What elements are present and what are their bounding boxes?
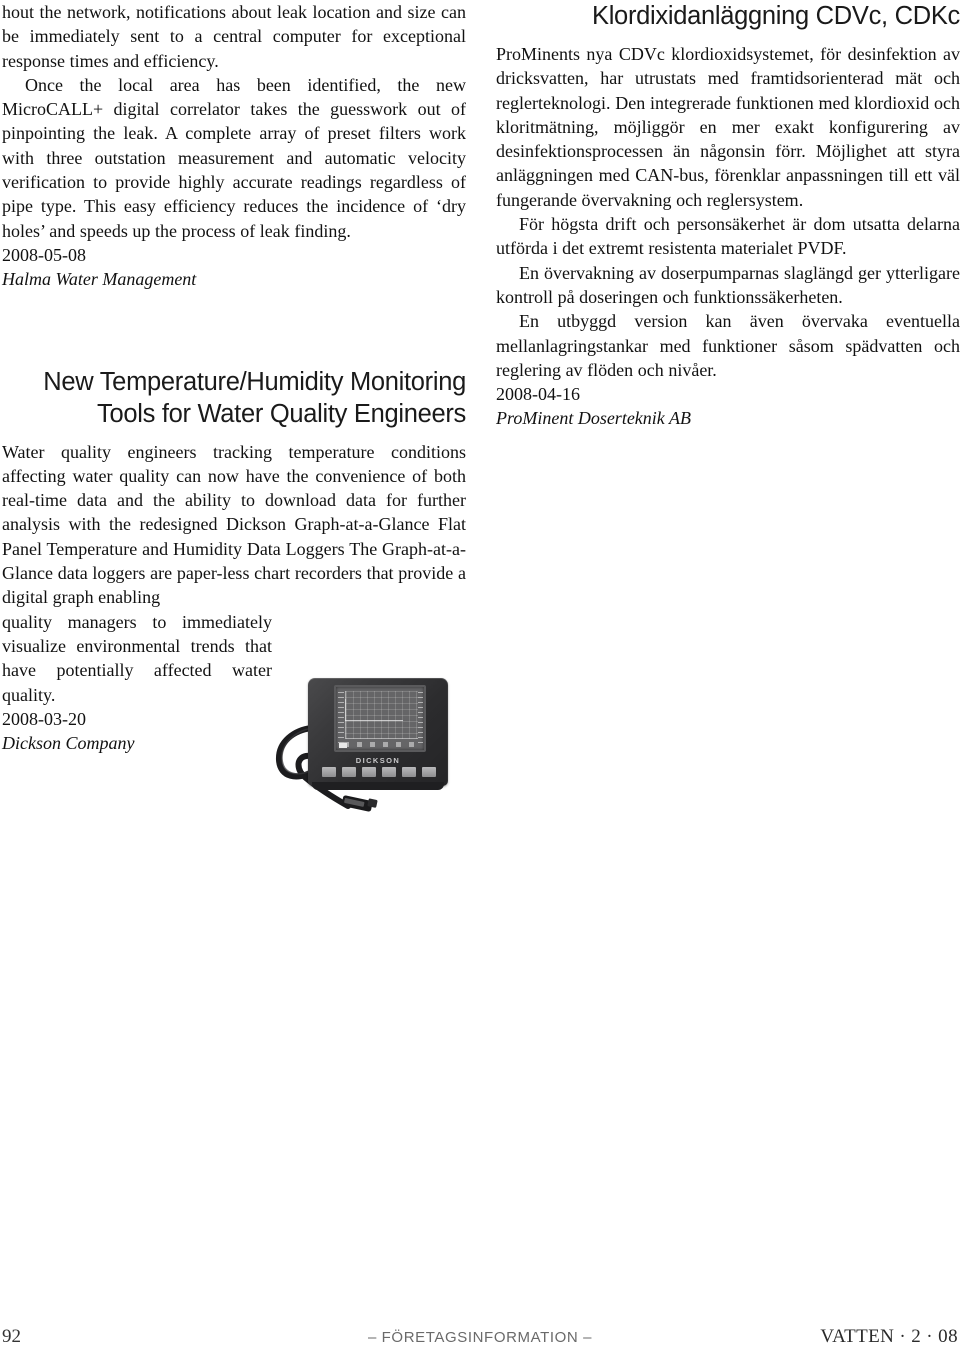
article-company-halma: Halma Water Management xyxy=(2,269,197,290)
paragraph-continued: hout the network, notifications about le… xyxy=(2,2,466,71)
lcd-axis-labels-bottom xyxy=(344,742,419,747)
device-button-row xyxy=(322,767,436,777)
article-company-prominent: ProMinent Doserteknik AB xyxy=(496,408,691,429)
paragraph-cdvc-1: ProMinents nya CDVc klordioxidsystemet, … xyxy=(496,44,960,210)
document-page: hout the network, notifications about le… xyxy=(0,0,960,1360)
paragraph-microcall: Once the local area has been identified,… xyxy=(2,74,466,241)
lcd-legend-swatch xyxy=(339,743,347,748)
device-button-1 xyxy=(322,767,336,777)
left-column: hout the network, notifications about le… xyxy=(2,0,466,755)
right-column: Klordixidanläggning CDVc, CDKc ProMinent… xyxy=(496,0,960,431)
paragraph-dickson-intro: Water quality engineers tracking tempera… xyxy=(2,441,466,608)
footer-section-label: – FÖRETAGSINFORMATION – xyxy=(367,1329,593,1346)
device-lcd-screen xyxy=(336,687,424,750)
device-button-5 xyxy=(402,767,416,777)
lcd-chart-trace xyxy=(345,720,403,721)
device-housing: DICKSON xyxy=(308,678,448,790)
device-button-3 xyxy=(362,767,376,777)
page-footer: 92 – FÖRETAGSINFORMATION – VATTEN · 2 · … xyxy=(0,1324,960,1348)
paragraph-cdvc-4: En utbyggd version kan även övervaka eve… xyxy=(496,311,960,380)
paragraph-cdvc-2: För högsta drift och personsäkerhet är d… xyxy=(496,214,960,259)
article-title-prominent: Klordixidanläggning CDVc, CDKc xyxy=(591,2,960,30)
product-photo-data-logger: DICKSON xyxy=(272,660,484,825)
lcd-axis-ticks-left xyxy=(338,692,344,744)
article-date-halma: 2008-05-08 xyxy=(2,244,86,265)
lcd-chart-grid xyxy=(345,691,418,739)
footer-journal-issue: VATTEN · 2 · 08 xyxy=(820,1326,958,1347)
device-brand-label: DICKSON xyxy=(355,756,401,765)
text-wrapping-around-photo: quality managers to immediately visualiz… xyxy=(2,610,272,707)
two-column-layout: hout the network, notifications about le… xyxy=(0,0,960,1290)
paragraph-dickson-narrow: quality managers to immediately visualiz… xyxy=(2,611,272,705)
device-button-6 xyxy=(422,767,436,777)
device-button-4 xyxy=(382,767,396,777)
paragraph-cdvc-3: En övervakning av doserpumparnas slaglän… xyxy=(496,262,960,307)
lcd-chart-trace-vertical xyxy=(345,699,346,721)
device-button-2 xyxy=(342,767,356,777)
device-screen-bezel xyxy=(334,685,426,752)
article-title-dickson: New Temperature/Humidity Monitoring Tool… xyxy=(43,367,466,428)
lcd-axis-ticks-right xyxy=(418,692,423,744)
article-date-prominent: 2008-04-16 xyxy=(496,384,580,405)
